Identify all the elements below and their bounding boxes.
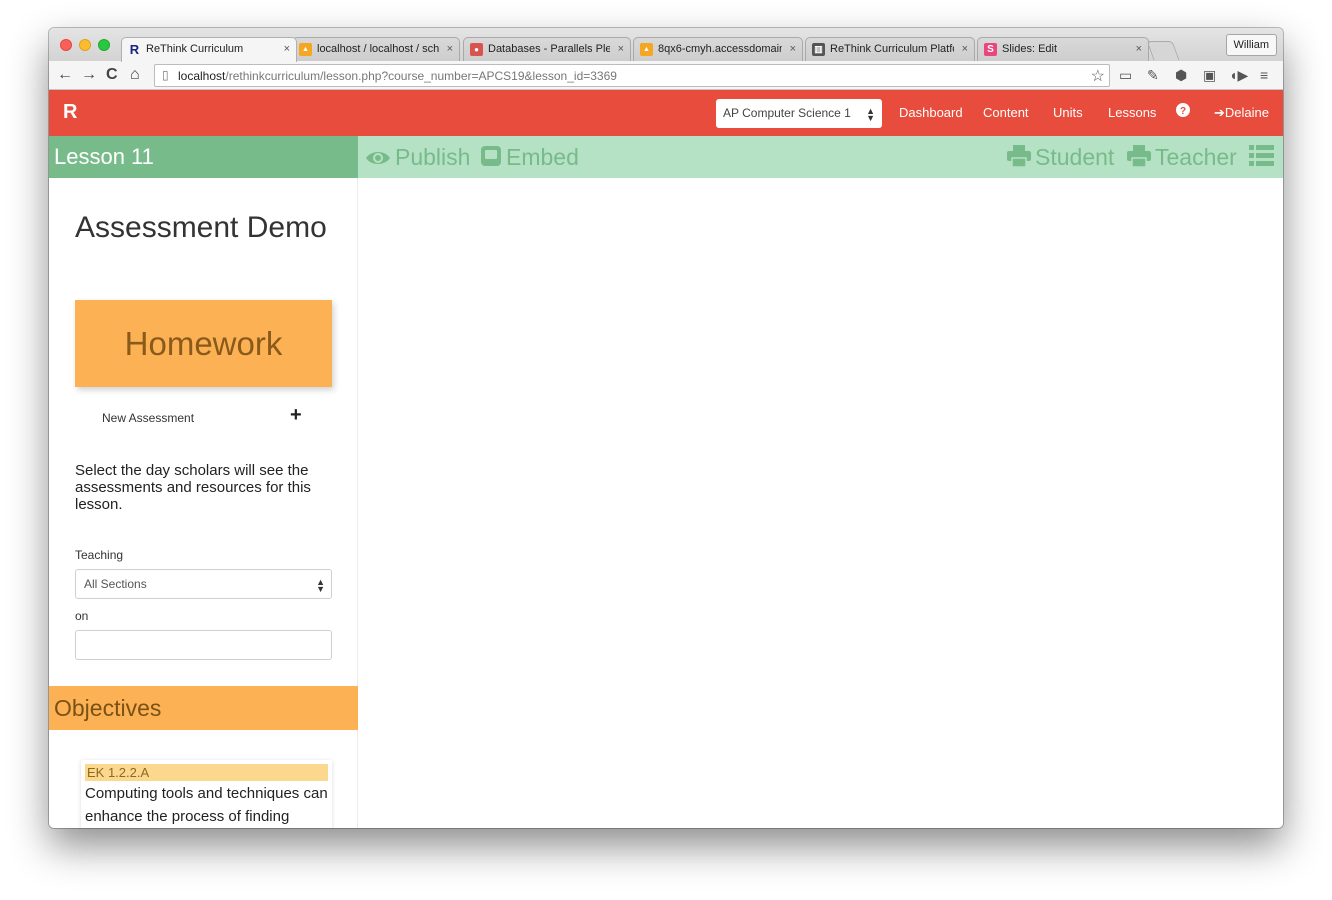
new-tab-button[interactable] [1146,41,1180,60]
course-select-value: AP Computer Science 1 [723,106,851,120]
extension-icon[interactable]: ▣ [1203,66,1216,84]
audio-extension-icon[interactable]: ◖▶ [1229,66,1248,84]
list-view-button[interactable] [1249,136,1278,178]
back-arrow-icon[interactable]: ← [57,65,73,85]
teacher-label: Teacher [1155,144,1237,170]
slides-favicon-icon: S [984,43,997,56]
phpmyadmin-favicon-icon: ▲ [299,43,312,56]
tab-close-icon[interactable]: × [962,38,968,60]
home-icon[interactable]: ⌂ [130,65,140,85]
nav-content-link[interactable]: Content [983,105,1029,120]
browser-tab-rethink-platform[interactable]: ▥ ReThink Curriculum Platform × [805,37,975,61]
browser-tab-plesk-databases[interactable]: ● Databases - Parallels Plesk × [463,37,631,61]
select-arrows-icon: ▲ ▼ [866,106,875,123]
tab-title: Slides: Edit [1002,43,1058,55]
tab-title: ReThink Curriculum Platform [830,43,954,55]
browser-tab-slides-edit[interactable]: S Slides: Edit × [977,37,1149,61]
menu-icon[interactable]: ≡ [1260,66,1268,84]
cast-icon[interactable]: ▭ [1119,66,1132,84]
lesson-content-area [358,178,1283,828]
tab-close-icon[interactable]: × [1136,38,1142,60]
app-navbar: R AP Computer Science 1 ▲ ▼ Dashboard Con… [49,90,1283,136]
tab-strip: R ReThink Curriculum × ▲ localhost / loc… [49,28,1283,62]
eyedropper-icon[interactable]: ✎ [1147,66,1159,84]
bookmark-star-icon[interactable]: ☆ [1091,66,1105,86]
publish-button[interactable]: Publish [365,136,470,178]
objectives-heading: Objectives [49,686,358,730]
browser-tab-accessdomain[interactable]: ▲ 8qx6-cmyh.accessdomain.c × [633,37,803,61]
lesson-number-title: Lesson 11 [49,136,358,178]
select-arrows-icon: ▲ ▼ [316,577,325,594]
browser-window: R ReThink Curriculum × ▲ localhost / loc… [49,28,1283,828]
forward-arrow-icon[interactable]: → [81,65,97,85]
nav-dashboard-link[interactable]: Dashboard [899,105,963,120]
objective-card[interactable]: EK 1.2.2.A Computing tools and technique… [81,760,332,828]
address-bar[interactable]: ▯ localhost/rethinkcurriculum/lesson.php… [154,64,1110,87]
printer-icon [1007,138,1031,180]
lesson-actions-bar: Publish Embed Student Teacher [358,136,1283,178]
schedule-instructions: Select the day scholars will see the ass… [75,462,311,513]
browser-tab-phpmyadmin[interactable]: ▲ localhost / localhost / schoo × [292,37,460,61]
tab-title: localhost / localhost / schoo [317,43,439,55]
tab-title: Databases - Parallels Plesk [488,43,610,55]
printer-icon [1127,138,1151,180]
teaching-label: Teaching [75,548,124,562]
lesson-sidebar: Assessment Demo Homework New Assessment … [49,178,358,828]
phpmyadmin-favicon-icon: ▲ [640,43,653,56]
student-print-button[interactable]: Student [1007,136,1114,178]
ublock-shield-icon[interactable]: ⬢ [1175,66,1187,84]
tab-close-icon[interactable]: × [447,38,453,60]
objective-code: EK 1.2.2.A [85,764,328,781]
logout-icon: ➔ [1214,105,1225,120]
trello-favicon-icon: ▥ [812,43,825,56]
date-input[interactable] [75,630,332,660]
minimize-window-button[interactable] [79,39,91,51]
objective-text: Computing tools and techniques can enhan… [85,785,328,825]
url-text: localhost/rethinkcurriculum/lesson.php?c… [178,69,617,83]
eye-icon [365,138,391,180]
help-icon[interactable]: ? [1176,103,1190,120]
homework-card[interactable]: Homework [75,300,332,387]
plesk-favicon-icon: ● [470,43,483,56]
page-icon: ▯ [162,68,169,82]
tab-title: 8qx6-cmyh.accessdomain.c [658,43,782,55]
nav-units-link[interactable]: Units [1053,105,1083,120]
student-label: Student [1035,144,1115,170]
embed-icon [480,138,502,180]
tab-close-icon[interactable]: × [284,38,290,60]
maximize-window-button[interactable] [98,39,110,51]
brand-logo[interactable]: R [63,101,77,124]
teacher-print-button[interactable]: Teacher [1127,136,1237,178]
new-assessment-link[interactable]: New Assessment [102,411,194,425]
publish-label: Publish [395,144,471,170]
tab-title: ReThink Curriculum [146,43,244,55]
lesson-name-heading: Assessment Demo [75,211,327,244]
section-select-value: All Sections [84,577,147,591]
browser-toolbar: ← → C ⌂ ▯ localhost/rethinkcurriculum/le… [49,61,1283,90]
on-label: on [75,609,89,623]
nav-lessons-link[interactable]: Lessons [1108,105,1156,120]
embed-label: Embed [506,144,579,170]
tab-close-icon[interactable]: × [790,38,796,60]
close-window-button[interactable] [60,39,72,51]
course-select[interactable]: AP Computer Science 1 ▲ ▼ [716,99,882,128]
svg-text:?: ? [1180,106,1186,117]
section-select[interactable]: All Sections ▲ ▼ [75,569,332,599]
list-icon [1249,138,1274,180]
browser-user-button[interactable]: William [1225,34,1277,56]
reload-icon[interactable]: C [106,65,118,85]
embed-button[interactable]: Embed [480,136,579,178]
tab-close-icon[interactable]: × [618,38,624,60]
logout-link[interactable]: ➔Delaine [1214,105,1269,121]
rethink-favicon-icon: R [129,42,140,57]
browser-tab-rethink-curriculum[interactable]: R ReThink Curriculum × [121,37,297,62]
add-assessment-plus-icon[interactable]: + [290,404,302,427]
logout-user-label: Delaine [1224,105,1269,120]
